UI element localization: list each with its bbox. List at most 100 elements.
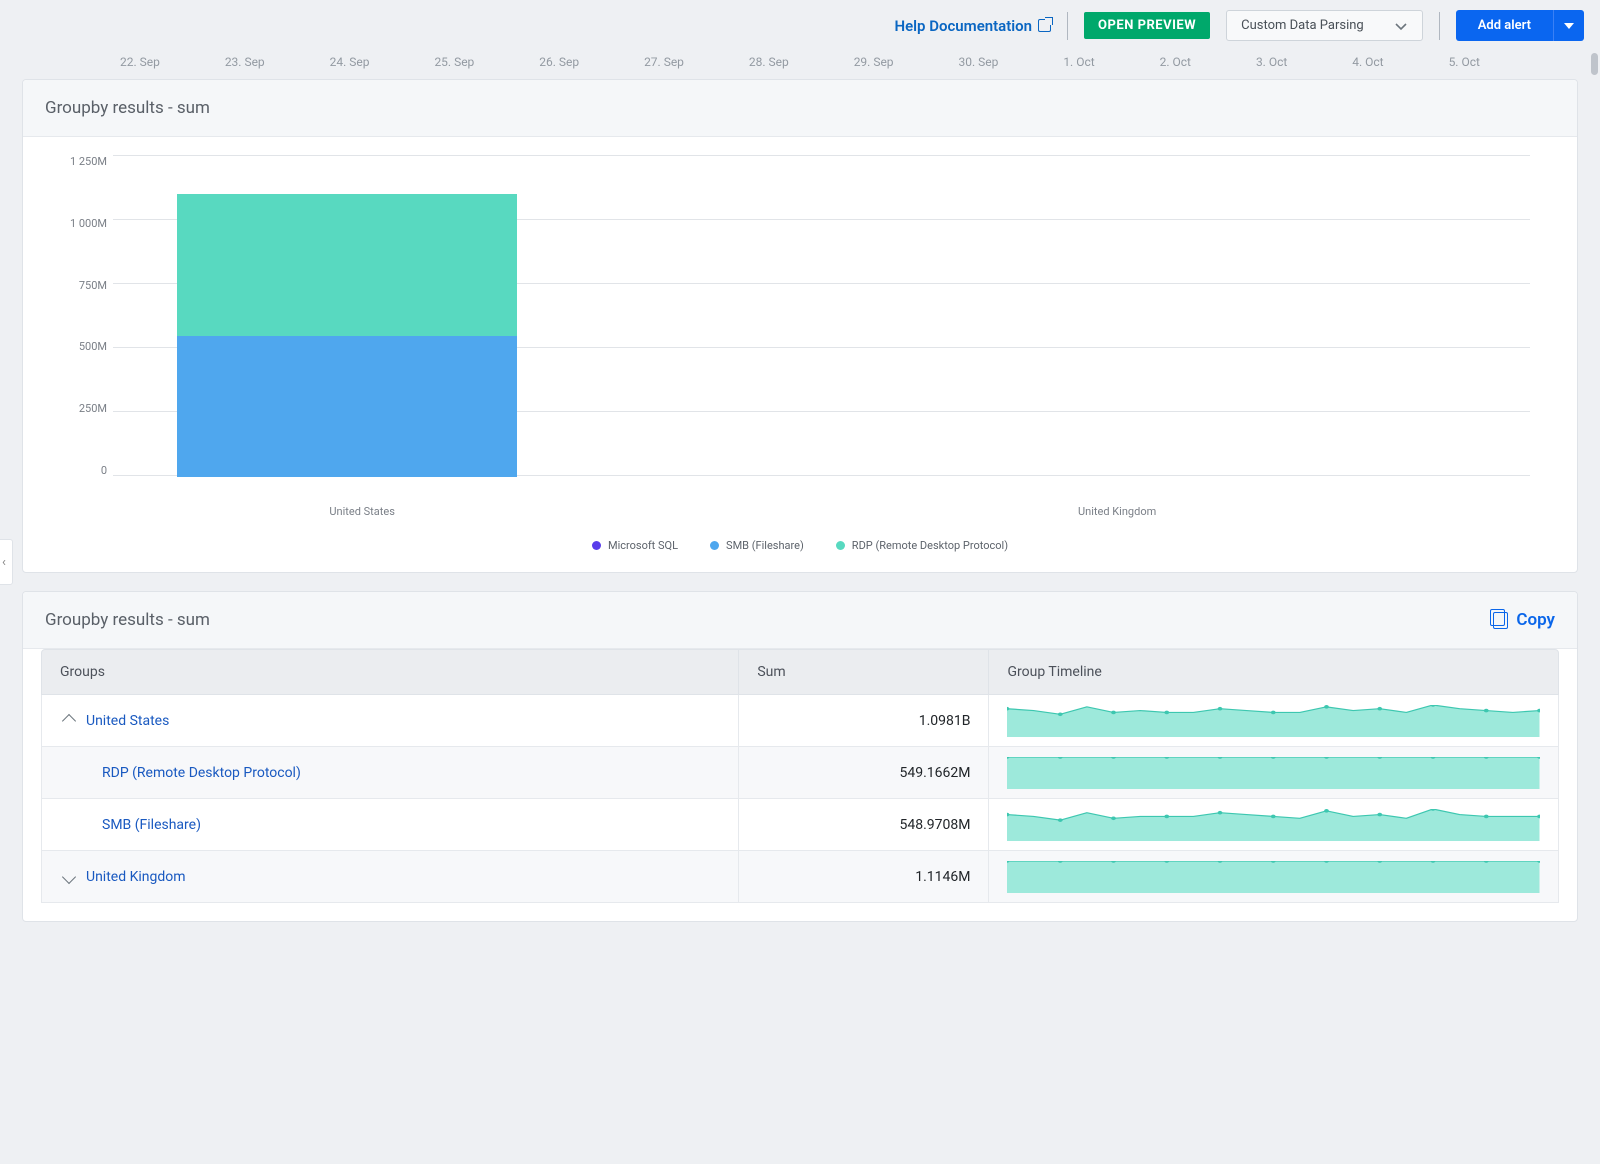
open-preview-button[interactable]: OPEN PREVIEW	[1084, 12, 1210, 39]
table-column-sum[interactable]: Sum	[739, 650, 989, 694]
chart-panel-header: Groupby results - sum	[23, 80, 1577, 137]
legend-item[interactable]: SMB (Fileshare)	[710, 539, 804, 552]
table-body: United States1.0981BRDP (Remote Desktop …	[41, 695, 1559, 903]
bar-segment[interactable]	[177, 336, 517, 477]
table-cell-timeline	[989, 747, 1558, 798]
table-cell-groups: United Kingdom	[42, 851, 739, 902]
y-tick: 0	[45, 464, 107, 477]
group-link[interactable]: RDP (Remote Desktop Protocol)	[102, 765, 301, 781]
chart-plot[interactable]	[113, 155, 1530, 477]
date-tick: 5. Oct	[1449, 55, 1480, 69]
date-tick: 2. Oct	[1160, 55, 1191, 69]
table-cell-timeline	[989, 799, 1558, 850]
x-label: United Kingdom	[1078, 505, 1156, 518]
x-axis-labels: United States United Kingdom	[45, 505, 1555, 523]
chevron-down-icon	[1394, 19, 1408, 33]
y-tick: 250M	[45, 402, 107, 415]
table-row: RDP (Remote Desktop Protocol) 549.1662M	[41, 747, 1559, 799]
sparkline[interactable]	[1007, 861, 1540, 893]
y-tick: 1 000M	[45, 217, 107, 230]
bar-segment[interactable]	[177, 194, 517, 335]
date-tick: 3. Oct	[1256, 55, 1287, 69]
y-tick: 500M	[45, 340, 107, 353]
add-alert-button[interactable]: Add alert	[1456, 10, 1584, 41]
date-tick: 1. Oct	[1063, 55, 1094, 69]
legend-dot	[710, 541, 719, 550]
x-label: United States	[329, 505, 394, 518]
table-cell-sum: 1.0981B	[739, 695, 989, 746]
date-tick: 4. Oct	[1352, 55, 1383, 69]
chart-panel: Groupby results - sum 1 250M 1 000M 750M 50…	[22, 79, 1578, 573]
table-cell-timeline	[989, 851, 1558, 902]
group-link[interactable]: United Kingdom	[86, 869, 186, 885]
legend-dot	[592, 541, 601, 550]
y-axis: 1 250M 1 000M 750M 500M 250M 0	[45, 155, 107, 477]
table-cell-groups: RDP (Remote Desktop Protocol)	[42, 747, 739, 798]
page-main: ‹ Groupby results - sum 1 250M 1 000M 750M…	[0, 79, 1600, 962]
legend-item[interactable]: Microsoft SQL	[592, 539, 678, 552]
date-axis: 22. Sep 23. Sep 24. Sep 25. Sep 26. Sep 27. S…	[0, 51, 1600, 79]
copy-button[interactable]: Copy	[1493, 610, 1555, 630]
chart-area: 1 250M 1 000M 750M 500M 250M 0	[45, 155, 1555, 495]
date-tick: 25. Sep	[434, 55, 474, 69]
table-row: United States 1.0981B	[41, 695, 1559, 747]
dropdown-selected: Custom Data Parsing	[1241, 18, 1364, 33]
add-alert-label: Add alert	[1456, 10, 1553, 41]
table-panel-header: Groupby results - sum Copy	[23, 592, 1577, 649]
date-tick: 29. Sep	[854, 55, 894, 69]
help-documentation-link[interactable]: Help Documentation	[894, 17, 1051, 35]
group-link[interactable]: United States	[86, 713, 169, 729]
table-panel-title: Groupby results - sum	[45, 610, 210, 630]
table-wrap: Groups Sum Group Timeline United States 1…	[23, 649, 1577, 921]
table-cell-groups: United States	[42, 695, 739, 746]
date-tick: 22. Sep	[120, 55, 160, 69]
table-cell-groups: SMB (Fileshare)	[42, 799, 739, 850]
add-alert-dropdown-toggle[interactable]	[1553, 10, 1584, 41]
legend-label: Microsoft SQL	[608, 539, 678, 552]
gridline	[113, 155, 1530, 156]
divider	[1439, 12, 1440, 40]
date-tick: 28. Sep	[749, 55, 789, 69]
scrollbar-thumb[interactable]	[1591, 53, 1598, 75]
table-header-row: Groups Sum Group Timeline	[41, 649, 1559, 695]
chevron-down-icon	[1564, 23, 1574, 29]
legend-label: RDP (Remote Desktop Protocol)	[852, 539, 1008, 552]
table-cell-sum: 548.9708M	[739, 799, 989, 850]
copy-label: Copy	[1516, 610, 1555, 630]
sidebar-collapse-toggle[interactable]: ‹	[0, 539, 13, 585]
chart-body: 1 250M1 000M750M500M250M0 United StatesU…	[23, 137, 1577, 572]
table-column-groups[interactable]: Groups	[42, 650, 739, 694]
group-link[interactable]: SMB (Fileshare)	[102, 817, 201, 833]
sparkline[interactable]	[1007, 757, 1540, 789]
bar-stack[interactable]	[177, 194, 517, 477]
sparkline[interactable]	[1007, 705, 1540, 737]
table-row: United Kingdom 1.1146M	[41, 851, 1559, 903]
table-panel: Groupby results - sum Copy Groups Sum Gr…	[22, 591, 1578, 922]
y-tick: 750M	[45, 279, 107, 292]
table-cell-sum: 549.1662M	[739, 747, 989, 798]
top-bar: Help Documentation OPEN PREVIEW Custom D…	[0, 0, 1600, 51]
table-cell-sum: 1.1146M	[739, 851, 989, 902]
help-documentation-label: Help Documentation	[894, 17, 1032, 35]
chevron-up-icon[interactable]	[62, 713, 76, 727]
legend-item[interactable]: RDP (Remote Desktop Protocol)	[836, 539, 1008, 552]
divider	[1067, 12, 1068, 40]
table-cell-timeline	[989, 695, 1558, 746]
date-tick: 27. Sep	[644, 55, 684, 69]
parsing-dropdown[interactable]: Custom Data Parsing	[1226, 10, 1423, 41]
date-tick: 23. Sep	[225, 55, 265, 69]
chevron-down-icon[interactable]	[62, 869, 76, 883]
table-row: SMB (Fileshare) 548.9708M	[41, 799, 1559, 851]
external-link-icon	[1038, 19, 1051, 32]
table-column-timeline[interactable]: Group Timeline	[989, 650, 1558, 694]
legend-dot	[836, 541, 845, 550]
legend-label: SMB (Fileshare)	[726, 539, 804, 552]
chart-legend: Microsoft SQL SMB (Fileshare) RDP (Remote …	[45, 539, 1555, 552]
chart-panel-title: Groupby results - sum	[45, 98, 210, 118]
date-tick: 26. Sep	[539, 55, 579, 69]
copy-icon	[1493, 612, 1508, 629]
y-tick: 1 250M	[45, 155, 107, 168]
date-tick: 30. Sep	[959, 55, 999, 69]
date-tick: 24. Sep	[330, 55, 370, 69]
sparkline[interactable]	[1007, 809, 1540, 841]
